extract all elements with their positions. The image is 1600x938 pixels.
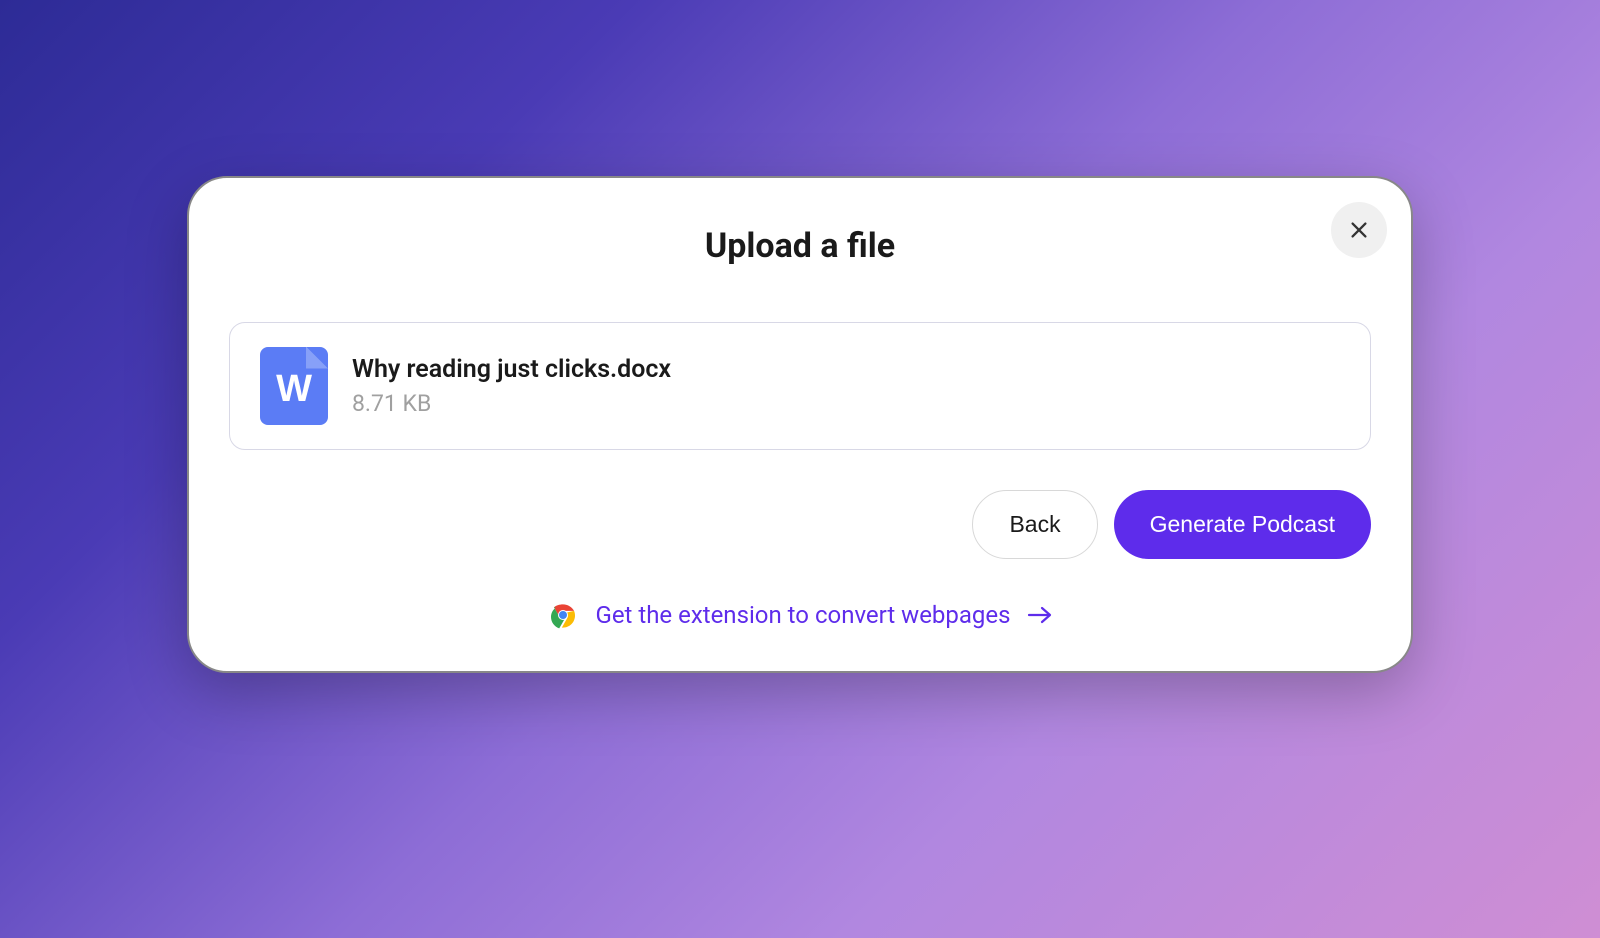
button-row: Back Generate Podcast (229, 490, 1371, 559)
arrow-right-icon (1027, 606, 1053, 624)
upload-file-modal: Upload a file W Why reading just clicks.… (187, 176, 1413, 673)
chrome-icon (547, 599, 579, 631)
file-info: Why reading just clicks.docx 8.71 KB (352, 355, 671, 417)
file-icon-letter: W (276, 368, 312, 411)
get-extension-link[interactable]: Get the extension to convert webpages (229, 599, 1371, 631)
file-size: 8.71 KB (352, 390, 671, 417)
file-name: Why reading just clicks.docx (352, 355, 671, 384)
close-button[interactable] (1331, 202, 1387, 258)
generate-podcast-button[interactable]: Generate Podcast (1114, 490, 1371, 559)
extension-link-text: Get the extension to convert webpages (595, 601, 1010, 629)
word-doc-icon: W (260, 347, 328, 425)
close-icon (1348, 219, 1370, 241)
back-button[interactable]: Back (972, 490, 1097, 559)
modal-title: Upload a file (229, 226, 1371, 266)
uploaded-file-card[interactable]: W Why reading just clicks.docx 8.71 KB (229, 322, 1371, 450)
